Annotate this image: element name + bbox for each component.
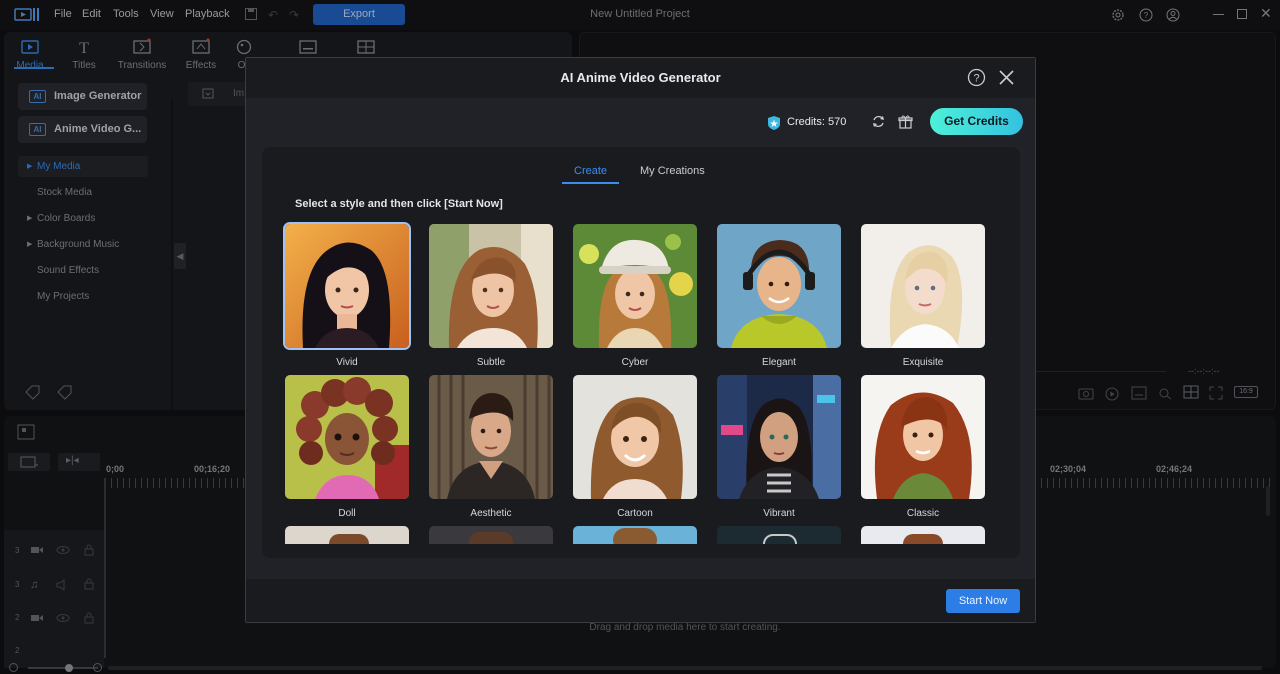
- style-card-elegant[interactable]: Elegant: [717, 224, 841, 368]
- style-card-classic[interactable]: Classic: [861, 375, 985, 519]
- style-thumbnail[interactable]: [717, 224, 841, 348]
- style-thumbnail[interactable]: [285, 375, 409, 499]
- credits-icon: [766, 115, 782, 131]
- style-label: Doll: [338, 508, 356, 519]
- style-card-cyber[interactable]: Cyber: [573, 224, 697, 368]
- style-card-doll[interactable]: Doll: [285, 375, 409, 519]
- credits-count: Credits: 570: [787, 116, 847, 128]
- style-card-partial[interactable]: [285, 526, 409, 544]
- style-card-vibrant[interactable]: Vibrant: [717, 375, 841, 519]
- style-card-partial[interactable]: [429, 526, 553, 544]
- style-label: Cyber: [621, 357, 649, 368]
- get-credits-button[interactable]: Get Credits: [930, 108, 1023, 135]
- tab-create[interactable]: Create: [574, 165, 607, 177]
- style-thumbnail[interactable]: [861, 375, 985, 499]
- close-icon[interactable]: [998, 69, 1015, 86]
- style-card-vivid[interactable]: Vivid: [285, 224, 409, 368]
- style-thumbnail[interactable]: [717, 375, 841, 499]
- style-card-subtle[interactable]: Subtle: [429, 224, 553, 368]
- style-thumbnail[interactable]: [429, 375, 553, 499]
- style-label: Elegant: [762, 357, 796, 368]
- style-thumbnail[interactable]: [573, 224, 697, 348]
- style-label: Aesthetic: [470, 508, 512, 519]
- style-card-cartoon[interactable]: Cartoon: [573, 375, 697, 519]
- style-thumbnail[interactable]: [285, 224, 409, 348]
- start-now-button[interactable]: Start Now: [946, 589, 1020, 613]
- svg-text:?: ?: [973, 73, 979, 85]
- style-card-aesthetic[interactable]: Aesthetic: [429, 375, 553, 519]
- style-label: Vibrant: [763, 508, 795, 519]
- style-label: Vivid: [336, 357, 358, 368]
- style-thumbnail[interactable]: [573, 375, 697, 499]
- style-thumbnail[interactable]: [429, 224, 553, 348]
- style-card-exquisite[interactable]: Exquisite: [861, 224, 985, 368]
- gift-icon[interactable]: [898, 114, 913, 129]
- style-card-partial[interactable]: [861, 526, 985, 544]
- help-icon[interactable]: ?: [967, 68, 986, 87]
- style-label: Subtle: [476, 357, 506, 368]
- tab-active-underline: [562, 182, 619, 184]
- tab-my-creations[interactable]: My Creations: [640, 165, 705, 177]
- dialog-footer: [246, 579, 1035, 622]
- instruction-text: Select a style and then click [Start Now…: [295, 198, 503, 210]
- style-card-partial[interactable]: [573, 526, 697, 544]
- dialog-title: AI Anime Video Generator: [560, 70, 721, 85]
- style-thumbnail[interactable]: [861, 224, 985, 348]
- refresh-icon[interactable]: [871, 114, 886, 129]
- style-label: Exquisite: [902, 357, 944, 368]
- style-label: Cartoon: [617, 508, 653, 519]
- style-label: Classic: [906, 508, 940, 519]
- style-card-partial[interactable]: [717, 526, 841, 544]
